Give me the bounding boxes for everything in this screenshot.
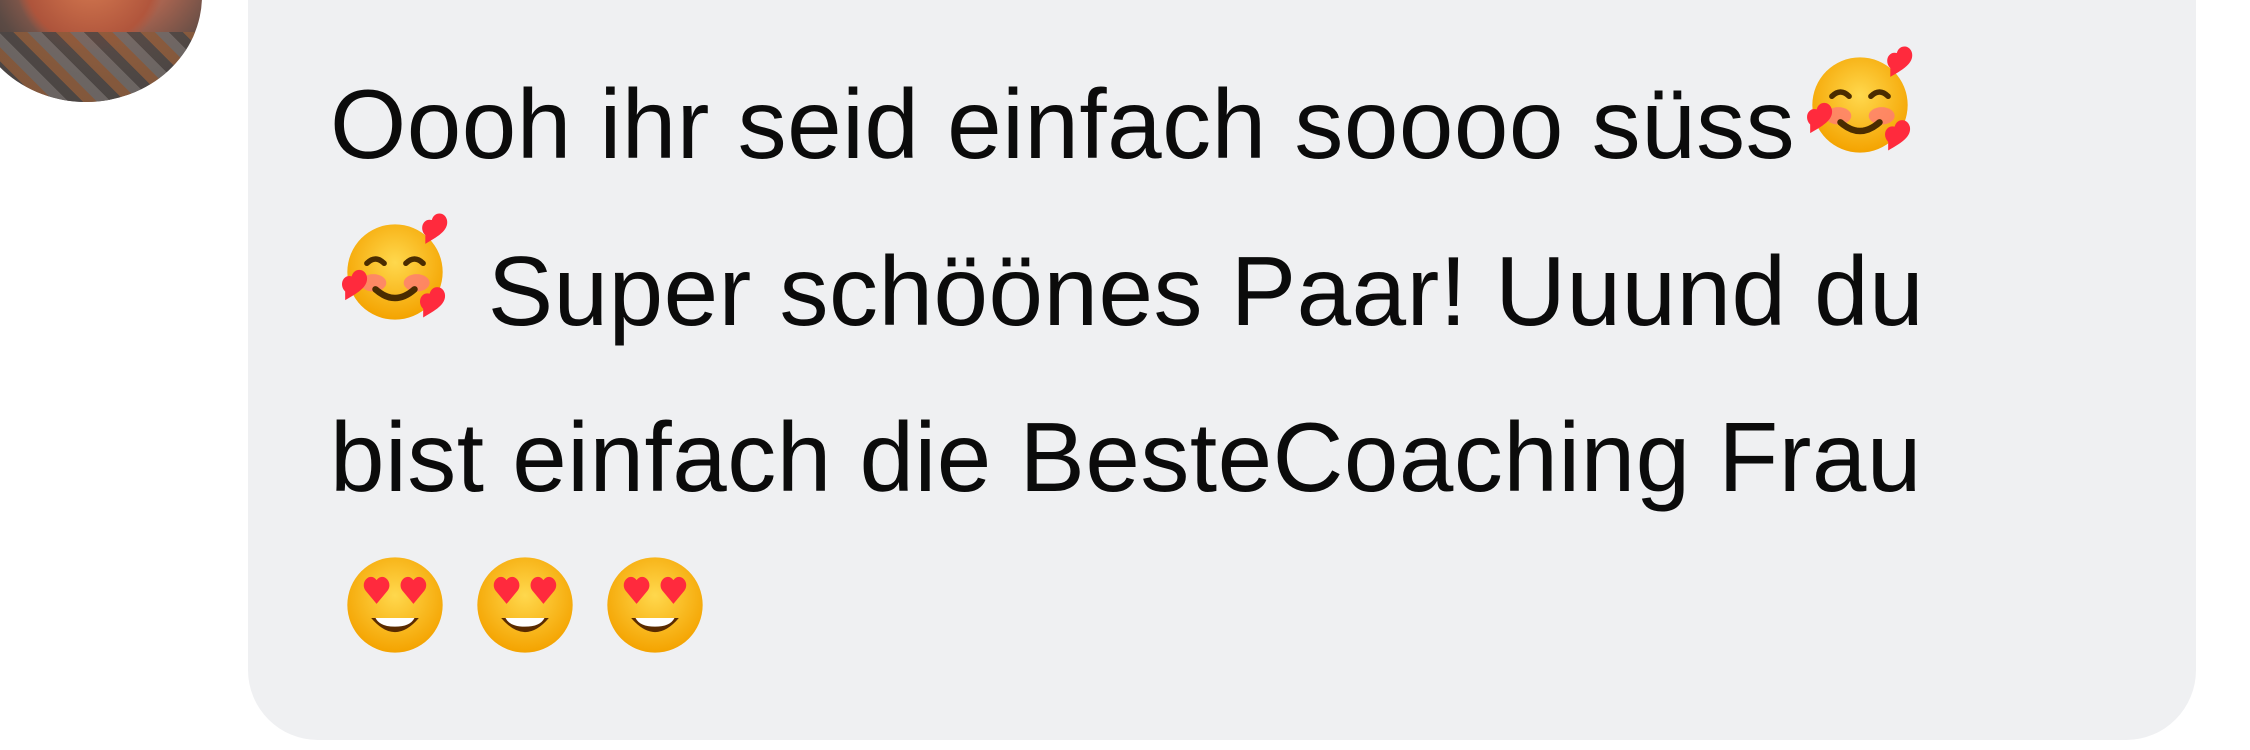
smiling-face-with-hearts-icon <box>1795 40 1925 170</box>
heart-eyes-icon <box>330 540 460 670</box>
heart-eyes-icon <box>460 540 590 670</box>
comment-line-1: Oooh ihr seid einfach soooo süss <box>330 69 1796 179</box>
comment-text: Oooh ihr seid einfach soooo süss Super s… <box>330 40 2110 707</box>
user-avatar[interactable] <box>0 0 202 102</box>
comment-line-2: Super schöönes Paar! Uuund du <box>460 236 1925 346</box>
heart-eyes-icon <box>590 540 720 670</box>
avatar-shirt <box>0 32 202 102</box>
comment-line-3: bist einfach die BesteCoaching Frau <box>330 402 1922 512</box>
smiling-face-with-hearts-icon <box>330 207 460 337</box>
